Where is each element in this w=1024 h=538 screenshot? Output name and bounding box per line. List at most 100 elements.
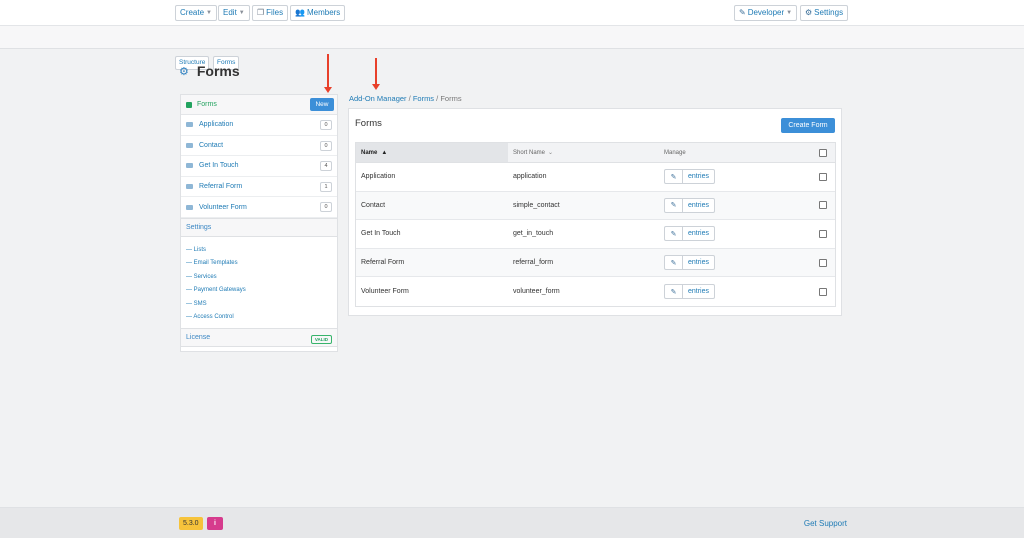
sidebar-item-label: Volunteer Form bbox=[199, 203, 247, 211]
select-all-checkbox[interactable] bbox=[819, 148, 827, 157]
members-button[interactable]: 👥 Members bbox=[290, 5, 346, 21]
folder-icon bbox=[186, 122, 193, 128]
edit-pencil-icon[interactable]: ✎ bbox=[664, 226, 683, 242]
table-row: Get In Touch get_in_touch ✎ entries bbox=[356, 220, 835, 249]
edit-pencil-icon[interactable]: ✎ bbox=[664, 197, 683, 213]
panel-title: Forms bbox=[355, 118, 382, 129]
form-name: Referral Form bbox=[361, 259, 405, 267]
license-section[interactable]: License VALID bbox=[181, 327, 337, 347]
form-short-name: referral_form bbox=[513, 259, 554, 267]
files-button[interactable]: ❐ Files bbox=[252, 5, 289, 21]
sidebar-header: Forms New bbox=[181, 95, 337, 115]
table-row: Application application ✎ entries bbox=[356, 163, 835, 192]
sidebar-item-application[interactable]: Application 0 bbox=[181, 115, 337, 136]
sidebar-item-referral-form[interactable]: Referral Form 1 bbox=[181, 177, 337, 198]
table-row: Contact simple_contact ✎ entries bbox=[356, 191, 835, 221]
checkbox-cell bbox=[811, 163, 835, 191]
gear-icon: ⚙ bbox=[805, 8, 813, 17]
new-form-button[interactable]: New bbox=[310, 98, 334, 111]
annotation-arrow-new bbox=[324, 54, 332, 93]
breadcrumb-addon-manager[interactable]: Add-On Manager bbox=[349, 94, 407, 103]
sidebar-item-label: Referral Form bbox=[199, 183, 243, 191]
edit-label: Edit bbox=[223, 8, 237, 17]
chevron-down-icon: ▼ bbox=[238, 10, 245, 16]
top-nav-bar: Create ▼ Edit ▼ ❐ Files 👥 Members ✎ Deve… bbox=[0, 0, 1024, 26]
form-name: Volunteer Form bbox=[361, 288, 409, 296]
sidebar-header-label[interactable]: Forms bbox=[197, 101, 217, 108]
edit-menu-button[interactable]: Edit ▼ bbox=[218, 5, 250, 21]
entries-button[interactable]: entries bbox=[683, 255, 716, 271]
folder-icon bbox=[186, 163, 193, 169]
version-badge[interactable]: 5.3.0 bbox=[179, 517, 203, 530]
checkbox-cell bbox=[811, 249, 835, 277]
settings-button[interactable]: ⚙ Settings bbox=[800, 5, 849, 21]
settings-link-services[interactable]: — Services bbox=[186, 271, 332, 285]
page-title: Forms bbox=[196, 63, 240, 79]
settings-link-lists[interactable]: — Lists bbox=[186, 244, 332, 258]
settings-link-payment-gateways[interactable]: — Payment Gateways bbox=[186, 284, 332, 298]
folder-icon bbox=[186, 142, 193, 148]
gear-icon: ⚙ bbox=[179, 65, 189, 78]
members-label: Members bbox=[306, 8, 341, 17]
settings-link-access-control[interactable]: — Access Control bbox=[186, 311, 332, 325]
check-icon bbox=[186, 101, 192, 108]
select-all-column bbox=[811, 143, 835, 162]
breadcrumb-current: Forms bbox=[440, 94, 462, 103]
create-form-button[interactable]: Create Form bbox=[781, 118, 835, 133]
developer-menu-button[interactable]: ✎ Developer ▼ bbox=[734, 5, 798, 21]
form-short-name: application bbox=[513, 173, 547, 181]
create-menu-button[interactable]: Create ▼ bbox=[175, 5, 217, 21]
entries-button[interactable]: entries bbox=[683, 226, 716, 242]
files-label: Files bbox=[266, 8, 284, 17]
column-header-manage: Manage bbox=[664, 149, 686, 156]
manage-cell: ✎ entries bbox=[659, 249, 811, 277]
entries-button[interactable]: entries bbox=[683, 197, 716, 213]
entries-button[interactable]: entries bbox=[683, 169, 716, 185]
settings-list: — Lists — Email Templates — Services — P… bbox=[181, 237, 337, 328]
members-icon: 👥 bbox=[295, 8, 305, 17]
page-header: ⚙ Forms bbox=[179, 63, 240, 79]
footer: 5.3.0 i Get Support bbox=[0, 507, 1024, 538]
edit-pencil-icon[interactable]: ✎ bbox=[664, 284, 683, 300]
settings-link-sms[interactable]: — SMS bbox=[186, 298, 332, 312]
row-checkbox[interactable] bbox=[819, 258, 827, 267]
settings-section-header: Settings bbox=[181, 217, 337, 237]
sidebar-item-label: Contact bbox=[199, 141, 224, 149]
column-header-name[interactable]: Name ▲ bbox=[356, 143, 508, 162]
entries-button[interactable]: entries bbox=[683, 284, 716, 300]
count-badge: 0 bbox=[320, 140, 332, 151]
edit-pencil-icon[interactable]: ✎ bbox=[664, 169, 683, 185]
sidebar-item-get-in-touch[interactable]: Get In Touch 4 bbox=[181, 156, 337, 177]
settings-link-email-templates[interactable]: — Email Templates bbox=[186, 257, 332, 271]
info-icon[interactable]: i bbox=[207, 517, 223, 530]
sidebar-item-label: Application bbox=[199, 121, 234, 129]
sidebar-item-contact[interactable]: Contact 0 bbox=[181, 136, 337, 157]
form-name: Get In Touch bbox=[361, 230, 401, 238]
count-badge: 0 bbox=[320, 120, 332, 130]
sidebar-item-volunteer-form[interactable]: Volunteer Form 0 bbox=[181, 197, 337, 218]
row-checkbox[interactable] bbox=[819, 287, 827, 296]
edit-pencil-icon[interactable]: ✎ bbox=[664, 255, 683, 271]
manage-cell: ✎ entries bbox=[659, 163, 811, 191]
manage-cell: ✎ entries bbox=[659, 192, 811, 220]
license-status-badge: VALID bbox=[310, 334, 332, 344]
row-checkbox[interactable] bbox=[819, 172, 827, 181]
developer-label: Developer bbox=[747, 8, 785, 17]
column-header-short-name[interactable]: Short Name ⌄ bbox=[508, 143, 659, 162]
settings-label: Settings bbox=[814, 8, 844, 17]
files-icon: ❐ bbox=[257, 8, 265, 17]
count-badge: 1 bbox=[320, 181, 332, 192]
get-support-link[interactable]: Get Support bbox=[804, 519, 847, 528]
create-label: Create bbox=[180, 8, 205, 17]
row-checkbox[interactable] bbox=[819, 201, 827, 210]
chevron-down-icon: ▼ bbox=[786, 10, 793, 16]
table-row: Volunteer Form volunteer_form ✎ entries bbox=[356, 277, 835, 306]
row-checkbox[interactable] bbox=[819, 229, 827, 238]
breadcrumb-forms[interactable]: Forms bbox=[413, 94, 434, 103]
form-short-name: get_in_touch bbox=[513, 230, 554, 238]
sidebar: Forms New Application 0 Contact 0 Get In… bbox=[180, 94, 338, 352]
chevron-down-icon: ▼ bbox=[206, 10, 212, 16]
table-header: Name ▲ Short Name ⌄ Manage bbox=[356, 143, 835, 163]
form-short-name: volunteer_form bbox=[513, 288, 560, 296]
breadcrumb: Add-On Manager / Forms / Forms bbox=[349, 94, 462, 103]
